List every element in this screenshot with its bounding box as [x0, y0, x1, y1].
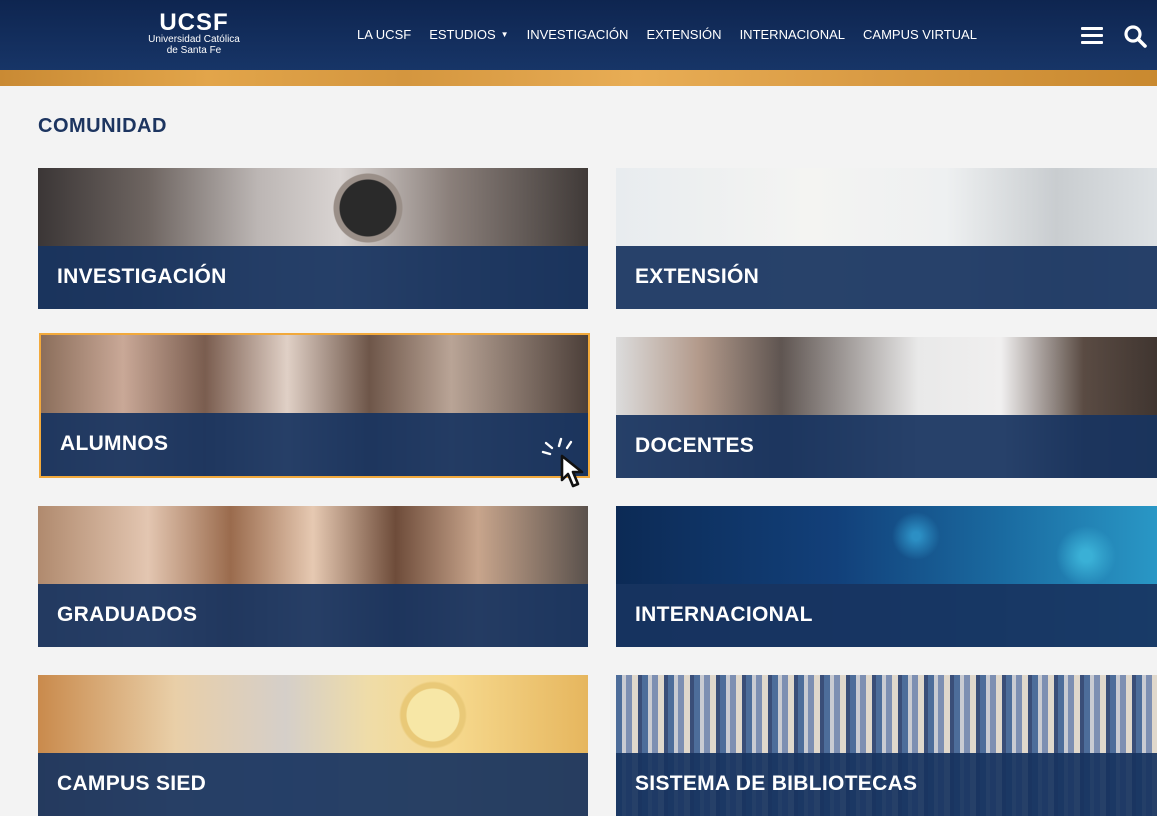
card-label: EXTENSIÓN	[635, 265, 760, 288]
nav-item-label: ESTUDIOS	[429, 27, 496, 42]
card-label: GRADUADOS	[57, 603, 198, 626]
logo-name: UCSF	[159, 9, 229, 36]
card-sistema-de-bibliotecas[interactable]: SISTEMA DE BIBLIOTECAS	[616, 675, 1157, 816]
card-investigacion[interactable]: INVESTIGACIÓN	[38, 168, 588, 309]
nav-item-investigacion[interactable]: INVESTIGACIÓN	[527, 27, 629, 42]
card-label: DOCENTES	[635, 434, 755, 457]
nav-item-la-ucsf[interactable]: LA UCSF	[357, 27, 411, 42]
card-label: INTERNACIONAL	[635, 603, 813, 626]
nav-item-label: EXTENSIÓN	[646, 27, 722, 42]
card-label: CAMPUS SIED	[57, 772, 207, 795]
menu-icon[interactable]	[1081, 27, 1103, 44]
nav-item-internacional[interactable]: INTERNACIONAL	[740, 27, 845, 42]
hand-cursor-icon	[541, 437, 584, 488]
card-extension[interactable]: EXTENSIÓN	[616, 168, 1157, 309]
nav-item-estudios[interactable]: ESTUDIOS ▼	[429, 27, 508, 42]
ucsf-logo[interactable]: UCSF Universidad Católica de Santa Fe	[138, 9, 250, 57]
nav-item-extension[interactable]: EXTENSIÓN	[646, 27, 721, 42]
nav-item-label: LA UCSF	[357, 27, 412, 42]
header-accent-stripe	[0, 70, 1157, 86]
card-campus-sied[interactable]: CAMPUS SIED	[38, 675, 588, 816]
card-label: INVESTIGACIÓN	[57, 265, 227, 288]
card-internacional[interactable]: INTERNACIONAL	[616, 506, 1157, 647]
nav-item-label: INTERNACIONAL	[739, 27, 846, 42]
card-graduados[interactable]: GRADUADOS	[38, 506, 588, 647]
nav-item-campus-virtual[interactable]: CAMPUS VIRTUAL	[863, 27, 977, 42]
nav-item-label: INVESTIGACIÓN	[526, 27, 629, 42]
card-alumnos[interactable]: ALUMNOS	[39, 333, 590, 478]
caret-down-icon: ▼	[500, 30, 509, 39]
card-label: ALUMNOS	[60, 432, 169, 455]
nav-item-label: CAMPUS VIRTUAL	[863, 27, 977, 42]
logo-subtitle-line1: Universidad Católica	[148, 34, 240, 45]
search-icon[interactable]	[1123, 24, 1147, 48]
logo-subtitle-line2: de Santa Fe	[166, 45, 222, 56]
card-docentes[interactable]: DOCENTES	[616, 337, 1157, 478]
main-nav: LA UCSF ESTUDIOS ▼ INVESTIGACIÓN EXTENSIÓ…	[357, 27, 995, 42]
top-navigation-bar: UCSF Universidad Católica de Santa Fe LA…	[0, 0, 1157, 86]
section-title: COMUNIDAD	[38, 115, 167, 137]
card-label: SISTEMA DE BIBLIOTECAS	[635, 772, 918, 795]
